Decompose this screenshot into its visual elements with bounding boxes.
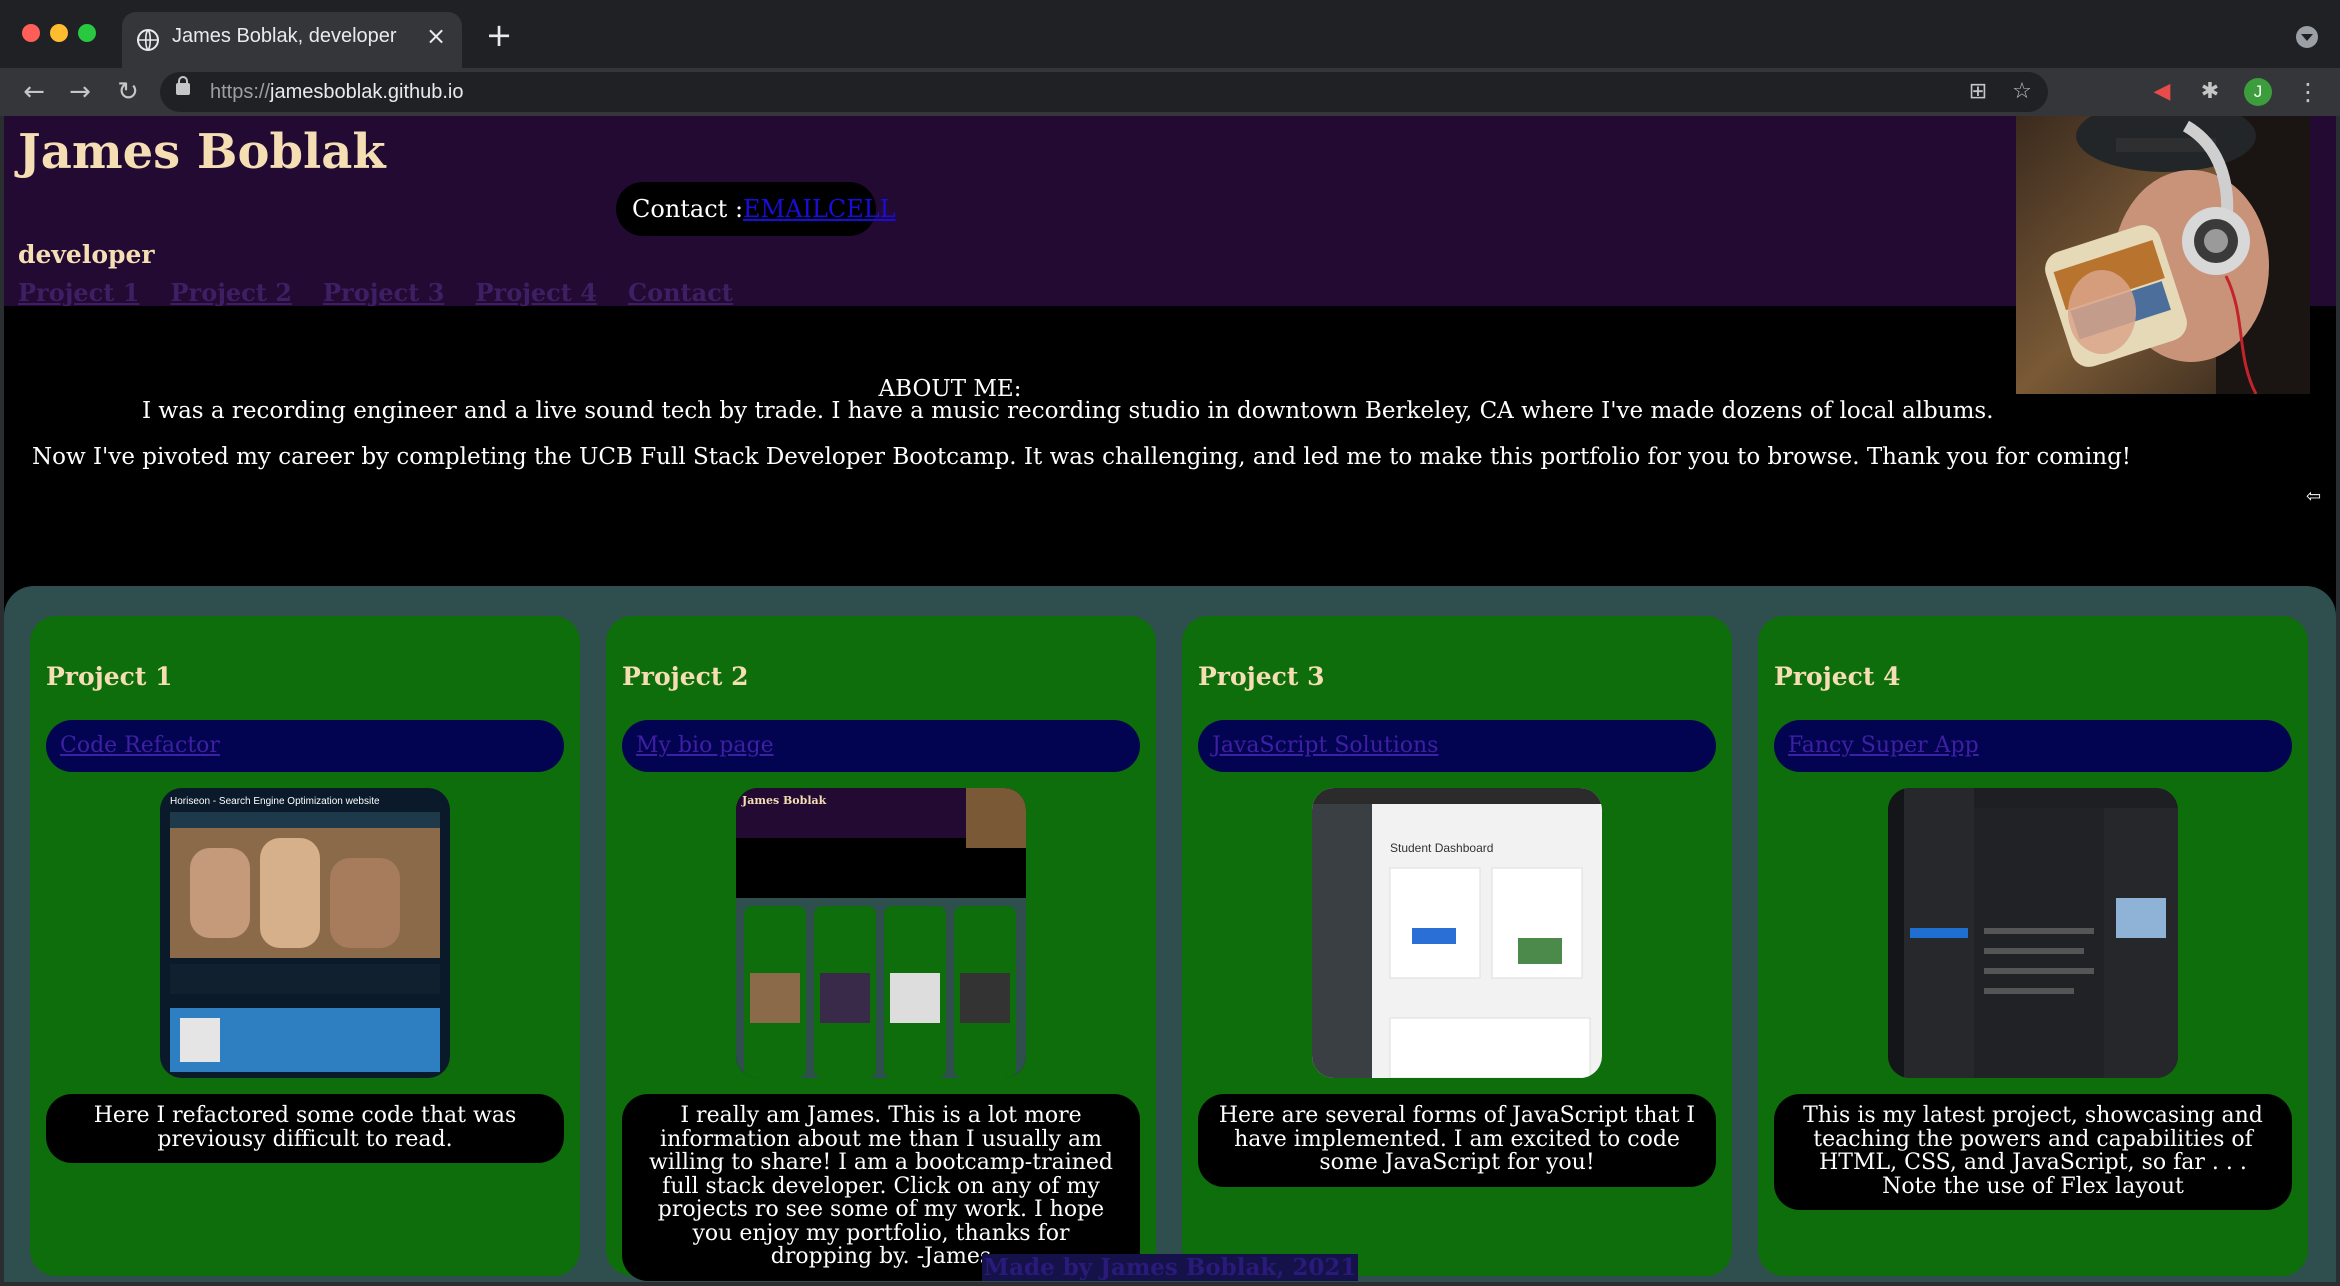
project-description: This is my latest project, showcasing an…	[1774, 1094, 2292, 1210]
extensions-puzzle-icon[interactable]: ✱	[2196, 80, 2224, 104]
profile-photo	[2016, 116, 2310, 394]
minimize-window-button[interactable]	[50, 24, 68, 42]
cell-link[interactable]: CELL	[828, 195, 896, 223]
browser-tab[interactable]: James Boblak, developer ×	[122, 12, 462, 68]
project-thumbnail[interactable]: James Boblak	[736, 788, 1026, 1078]
project-title: Project 4	[1774, 662, 1901, 691]
tagline: developer	[18, 240, 155, 269]
tab-title: James Boblak, developer	[172, 25, 397, 47]
project-thumbnail[interactable]: Horiseon - Search Engine Optimization we…	[160, 788, 450, 1078]
globe-icon	[137, 29, 159, 51]
project-description: I really am James. This is a lot more in…	[622, 1094, 1140, 1281]
url-host: jamesboblak.github.io	[270, 81, 464, 103]
project-description: Here are several forms of JavaScript tha…	[1198, 1094, 1716, 1187]
dashboard-screenshot-image: Student Dashboard	[1312, 788, 1602, 1078]
extension-icon[interactable]: ◀	[2148, 80, 2176, 104]
lock-icon[interactable]	[176, 76, 190, 95]
thumbnail-caption: James Boblak	[741, 794, 827, 807]
projects-section: Project 1 Code Refactor Horiseon - Searc…	[4, 586, 2336, 1282]
page-footer: Made by James Boblak, 2021	[4, 1254, 2336, 1281]
about-paragraph-2: Now I've pivoted my career by completing…	[32, 444, 2132, 470]
url-text[interactable]: https://jamesboblak.github.io	[210, 81, 464, 104]
reload-button[interactable]: ↻	[110, 74, 146, 110]
address-bar[interactable]: https://jamesboblak.github.io ⊞ ☆	[160, 72, 2048, 112]
main-nav: Project 1 Project 2 Project 3 Project 4 …	[18, 278, 759, 307]
nav-project-4[interactable]: Project 4	[476, 278, 597, 307]
nav-project-3[interactable]: Project 3	[323, 278, 444, 307]
close-tab-icon[interactable]: ×	[422, 22, 450, 50]
site-header: James Boblak Contact :EMAILCELL develope…	[4, 116, 2336, 307]
contact-label: Contact :	[632, 195, 744, 223]
qr-code-icon[interactable]: ⊞	[1966, 80, 1990, 104]
browser-menu-icon[interactable]: ⋮	[2296, 78, 2320, 106]
project-thumbnail[interactable]	[1888, 788, 2178, 1078]
project-card-4: Project 4 Fancy Super App This is my lat…	[1758, 616, 2308, 1276]
nav-project-1[interactable]: Project 1	[18, 278, 139, 307]
horiseon-screenshot-image: Horiseon - Search Engine Optimization we…	[160, 788, 450, 1078]
chat-app-screenshot-image	[1888, 788, 2178, 1078]
browser-tab-bar: James Boblak, developer × +	[0, 0, 2340, 68]
page-viewport: James Boblak Contact :EMAILCELL develope…	[4, 116, 2336, 1282]
bookmark-star-icon[interactable]: ☆	[2010, 80, 2034, 104]
site-title: James Boblak	[18, 124, 386, 180]
nav-contact[interactable]: Contact	[628, 278, 733, 307]
thumbnail-caption: Horiseon - Search Engine Optimization we…	[170, 796, 380, 807]
project-link[interactable]: My bio page	[622, 720, 1140, 772]
project-thumbnail[interactable]: Student Dashboard	[1312, 788, 1602, 1078]
profile-photo-image	[2016, 116, 2310, 394]
forward-button[interactable]: →	[62, 74, 98, 110]
browser-toolbar: ← → ↻ https://jamesboblak.github.io ⊞ ☆ …	[0, 68, 2340, 116]
project-title: Project 2	[622, 662, 749, 691]
project-card-3: Project 3 JavaScript Solutions Student D…	[1182, 616, 1732, 1276]
nav-project-2[interactable]: Project 2	[171, 278, 292, 307]
project-link[interactable]: Code Refactor	[46, 720, 564, 772]
collapse-arrow-icon[interactable]: ⇦	[2306, 486, 2321, 507]
maximize-window-button[interactable]	[78, 24, 96, 42]
email-link[interactable]: EMAIL	[743, 195, 828, 223]
project-description: Here I refactored some code that was pre…	[46, 1094, 564, 1163]
project-title: Project 1	[46, 662, 173, 691]
close-window-button[interactable]	[22, 24, 40, 42]
project-title: Project 3	[1198, 662, 1325, 691]
url-scheme: https://	[210, 81, 271, 103]
project-card-2: Project 2 My bio page James Boblak I rea…	[606, 616, 1156, 1281]
project-link[interactable]: JavaScript Solutions	[1198, 720, 1716, 772]
project-card-1: Project 1 Code Refactor Horiseon - Searc…	[30, 616, 580, 1276]
back-button[interactable]: ←	[16, 74, 52, 110]
footer-text: Made by James Boblak, 2021	[981, 1254, 1359, 1281]
project-link[interactable]: Fancy Super App	[1774, 720, 2292, 772]
bio-page-screenshot-image: James Boblak	[736, 788, 1026, 1078]
profile-avatar[interactable]: J	[2244, 78, 2272, 106]
thumbnail-caption: Student Dashboard	[1390, 841, 1493, 855]
tab-search-button[interactable]	[2296, 26, 2318, 48]
contact-box: Contact :EMAILCELL	[616, 182, 896, 236]
about-paragraph-1: I was a recording engineer and a live so…	[142, 398, 1994, 424]
new-tab-button[interactable]: +	[484, 19, 514, 51]
